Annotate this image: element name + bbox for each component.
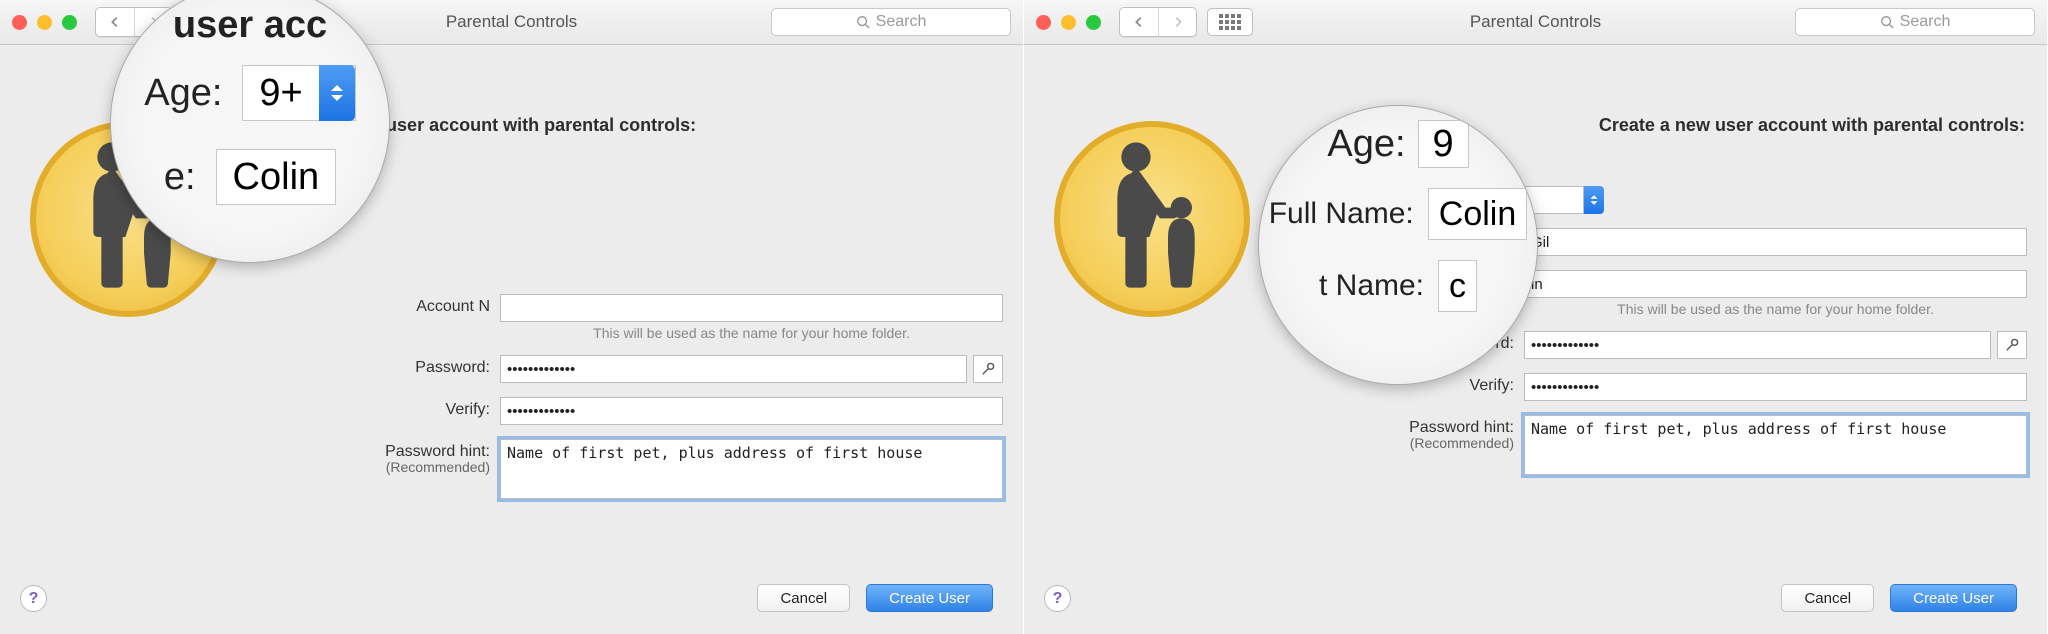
hint-sublabel: (Recommended) — [270, 459, 500, 475]
account-name-helper: This will be used as the name for your h… — [500, 325, 1003, 341]
panel-left: Parental Controls Search Create a new us… — [0, 0, 1024, 634]
dialog-buttons: Cancel Create User — [757, 584, 993, 612]
forward-button[interactable] — [1158, 8, 1196, 36]
password-label: Password: — [270, 355, 500, 377]
stepper-icon[interactable] — [1584, 186, 1604, 214]
mag-fragment-top: user acc — [173, 4, 327, 47]
minimize-window-icon[interactable] — [1061, 15, 1076, 30]
mag-lower-label: e: — [164, 156, 196, 199]
window-controls — [12, 15, 77, 30]
search-icon — [1880, 15, 1894, 29]
close-window-icon[interactable] — [1036, 15, 1051, 30]
hint-sublabel: (Recommended) — [1294, 435, 1524, 451]
hint-label: Password hint: — [1294, 415, 1524, 437]
mag-account-label: t Name: — [1319, 269, 1424, 303]
row-hint: Password hint: (Recommended) Name of fir… — [1294, 415, 2027, 480]
mag-age-label: Age: — [144, 72, 222, 115]
hint-input[interactable]: Name of first pet, plus address of first… — [1524, 415, 2027, 475]
account-name-input[interactable] — [500, 294, 1003, 322]
nav-back-forward — [1119, 7, 1197, 37]
verify-input[interactable] — [500, 397, 1003, 425]
help-button[interactable]: ? — [20, 585, 47, 612]
back-button[interactable] — [1120, 8, 1158, 36]
content-area: Create a new user account with parental … — [1024, 45, 2047, 634]
row-verify: Verify: — [270, 397, 1003, 425]
mag-account-value: c — [1438, 260, 1477, 312]
account-name-helper: This will be used as the name for your h… — [1524, 301, 2027, 317]
window-controls — [1036, 15, 1101, 30]
close-window-icon[interactable] — [12, 15, 27, 30]
search-field[interactable]: Search — [1795, 8, 2035, 36]
titlebar: Parental Controls Search — [1024, 0, 2047, 45]
full-name-input[interactable] — [1524, 228, 2027, 256]
show-all-button[interactable] — [1207, 8, 1253, 36]
verify-input[interactable] — [1524, 373, 2027, 401]
mag-lower-value: Colin — [216, 149, 337, 205]
password-assistant-button[interactable] — [1997, 331, 2027, 359]
password-assistant-button[interactable] — [973, 355, 1003, 383]
create-user-button[interactable]: Create User — [866, 584, 993, 612]
row-hint: Password hint: (Recommended) Name of fir… — [270, 439, 1003, 504]
password-input[interactable] — [500, 355, 967, 383]
stepper-icon — [319, 65, 355, 121]
search-placeholder: Search — [876, 13, 927, 31]
zoom-window-icon[interactable] — [62, 15, 77, 30]
password-input[interactable] — [1524, 331, 1991, 359]
hint-input[interactable]: Name of first pet, plus address of first… — [500, 439, 1003, 499]
search-field[interactable]: Search — [771, 8, 1011, 36]
age-value: 9+ — [243, 72, 318, 115]
mag-age-value: 9 — [1418, 120, 1469, 168]
account-name-label: Account N — [270, 294, 500, 316]
cancel-button[interactable]: Cancel — [757, 584, 850, 612]
dialog-buttons: Cancel Create User — [1781, 584, 2017, 612]
mag-fullname-label: Full Name: — [1269, 197, 1414, 231]
cancel-button[interactable]: Cancel — [1781, 584, 1874, 612]
grid-icon — [1219, 14, 1241, 30]
create-user-button[interactable]: Create User — [1890, 584, 2017, 612]
row-account-name: Account N This will be used as the name … — [270, 294, 1003, 341]
search-icon — [856, 15, 870, 29]
content-area: Create a new user account with parental … — [0, 45, 1023, 634]
help-button[interactable]: ? — [1044, 585, 1071, 612]
zoom-window-icon[interactable] — [1086, 15, 1101, 30]
age-stepper[interactable]: 9+ — [242, 65, 355, 121]
magnifier-fullname: Age: 9 Full Name: Colin t Name: c — [1258, 105, 1538, 385]
panel-right: Parental Controls Search Create a new us… — [1024, 0, 2048, 634]
parental-controls-icon — [1054, 121, 1250, 317]
row-password: Password: — [270, 355, 1003, 383]
search-placeholder: Search — [1900, 13, 1951, 31]
mag-fullname-value: Colin — [1428, 188, 1527, 240]
minimize-window-icon[interactable] — [37, 15, 52, 30]
verify-label: Verify: — [270, 397, 500, 419]
magnifier-age: user acc Age: 9+ e: Colin — [110, 0, 390, 263]
mag-age-label: Age: — [1327, 123, 1405, 166]
hint-label: Password hint: — [270, 439, 500, 461]
account-name-input[interactable] — [1524, 270, 2027, 298]
